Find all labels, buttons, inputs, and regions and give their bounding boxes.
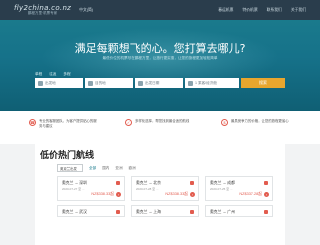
route-name: 奥克兰 → 上海 <box>136 210 161 214</box>
route-card[interactable]: 奥克兰 → 广州 <box>205 205 273 217</box>
language-selector[interactable]: 中文(简) <box>79 8 93 13</box>
check-icon: ✓ <box>125 119 132 126</box>
route-card[interactable]: 奥克兰 → 深圳 2020-07-27 至 ... NZ$338.33起 › <box>57 176 125 201</box>
passenger-cabin-select[interactable]: 1 乘客/经济舱 <box>185 78 239 88</box>
airline-icon <box>116 181 120 185</box>
feature-service-text: 专业的客服团队，为客户提供贴心的服务与建议 <box>39 119 97 128</box>
headset-icon: ☎ <box>29 119 36 126</box>
route-name: 奥克兰 → 广州 <box>210 210 235 214</box>
hero-subtitle: 最低价位的机票尽在鹏程万里，让旅行更实惠，让您的旅程更加轻松简单 <box>102 56 218 60</box>
airline-icon <box>264 210 268 214</box>
route-name: 奥克兰 → 北京 <box>136 181 161 185</box>
airline-icon <box>190 181 194 185</box>
nav-link-deals[interactable]: 特价机票 <box>242 8 257 13</box>
route-card[interactable]: 奥克兰 → 武汉 <box>57 205 125 217</box>
route-price: NZ$338.33起 <box>165 192 188 196</box>
origin-placeholder: 出发地 <box>45 80 56 85</box>
route-filters: 奥克兰出发 全部 国内 亚洲 欧洲 <box>57 164 136 172</box>
nav-link-about[interactable]: 关于我们 <box>291 8 306 13</box>
filter-tab-all[interactable]: 全部 <box>89 166 96 171</box>
hero-banner: 满足每颗想飞的心。您打算去哪儿? 最低价位的机票尽在鹏程万里，让旅行更实惠，让您… <box>0 20 320 111</box>
trip-type-tabs: 单程 往返 多程 <box>35 72 71 77</box>
route-name: 奥克兰 → 成都 <box>210 181 235 185</box>
route-card[interactable]: 奥克兰 → 北京 2020-07-28 至 ... NZ$338.33起 › <box>131 176 199 201</box>
top-nav-links: 春运机票 特价机票 联系我们 关于我们 <box>218 8 306 13</box>
search-button[interactable]: 搜索 <box>241 78 285 88</box>
destination-placeholder: 目的地 <box>95 80 106 85</box>
arrow-right-icon[interactable]: › <box>264 192 269 197</box>
airline-icon <box>264 181 268 185</box>
route-card[interactable]: 奥克兰 → 上海 <box>131 205 199 217</box>
person-icon <box>188 80 193 86</box>
plane-landing-icon <box>88 80 93 86</box>
route-name: 奥克兰 → 武汉 <box>62 210 87 214</box>
popular-routes-section: 低价热门航线 奥克兰出发 全部 国内 亚洲 欧洲 奥克兰 → 深圳 2020-0… <box>35 140 285 245</box>
route-price: NZ$338.33起 <box>91 192 114 196</box>
passenger-value: 1 乘客/经济舱 <box>195 80 217 85</box>
route-date: 2020-07-28 至 ... <box>136 187 159 191</box>
origin-filter-select[interactable]: 奥克兰出发 <box>57 164 83 172</box>
route-cards: 奥克兰 → 深圳 2020-07-27 至 ... NZ$338.33起 › 奥… <box>57 176 273 217</box>
hero-title: 满足每颗想飞的心。您打算去哪儿? <box>74 42 246 55</box>
calendar-icon <box>138 80 143 86</box>
airline-icon <box>190 210 194 214</box>
route-date: 2020-07-25 至 ... <box>210 187 233 191</box>
tab-multi-city[interactable]: 多程 <box>63 72 70 77</box>
top-navigation-bar: fly2china.co.nz 鹏程万里·机票专家 中文(简) 春运机票 特价机… <box>0 0 320 20</box>
route-name: 奥克兰 → 深圳 <box>62 181 87 185</box>
destination-input[interactable]: 目的地 <box>85 78 133 88</box>
arrow-right-icon[interactable]: › <box>116 192 121 197</box>
filter-tab-asia[interactable]: 亚洲 <box>115 166 122 171</box>
filter-tab-domestic[interactable]: 国内 <box>102 166 109 171</box>
date-placeholder: 出发日期 <box>145 80 160 85</box>
section-title: 低价热门航线 <box>40 151 95 161</box>
flight-search-form: 出发地 目的地 出发日期 1 乘客/经济舱 搜索 <box>35 78 285 88</box>
tab-one-way[interactable]: 单程 <box>35 72 42 77</box>
plane-takeoff-icon <box>38 80 43 86</box>
nav-link-contact[interactable]: 联系我们 <box>267 8 282 13</box>
airline-icon <box>116 210 120 214</box>
route-date: 2020-07-27 至 ... <box>62 187 85 191</box>
route-card[interactable]: 奥克兰 → 成都 2020-07-25 至 ... NZ$337.28起 › <box>205 176 273 201</box>
route-price: NZ$337.28起 <box>239 192 262 196</box>
nav-link-spring[interactable]: 春运机票 <box>218 8 233 13</box>
logo-tagline: 鹏程万里·机票专家 <box>28 10 58 15</box>
price-icon: $ <box>221 119 228 126</box>
filter-tab-europe[interactable]: 欧洲 <box>129 166 136 171</box>
feature-price-text: 最具竞争力的价格，让您的旅程更省心 <box>231 119 289 123</box>
tab-round-trip[interactable]: 往返 <box>49 72 56 77</box>
feature-choice-text: 多样化选择，帮您找到最合适的航线 <box>135 119 190 123</box>
site-logo[interactable]: fly2china.co.nz 鹏程万里·机票专家 <box>14 4 71 16</box>
origin-input[interactable]: 出发地 <box>35 78 83 88</box>
departure-date-input[interactable]: 出发日期 <box>135 78 183 88</box>
arrow-right-icon[interactable]: › <box>190 192 195 197</box>
